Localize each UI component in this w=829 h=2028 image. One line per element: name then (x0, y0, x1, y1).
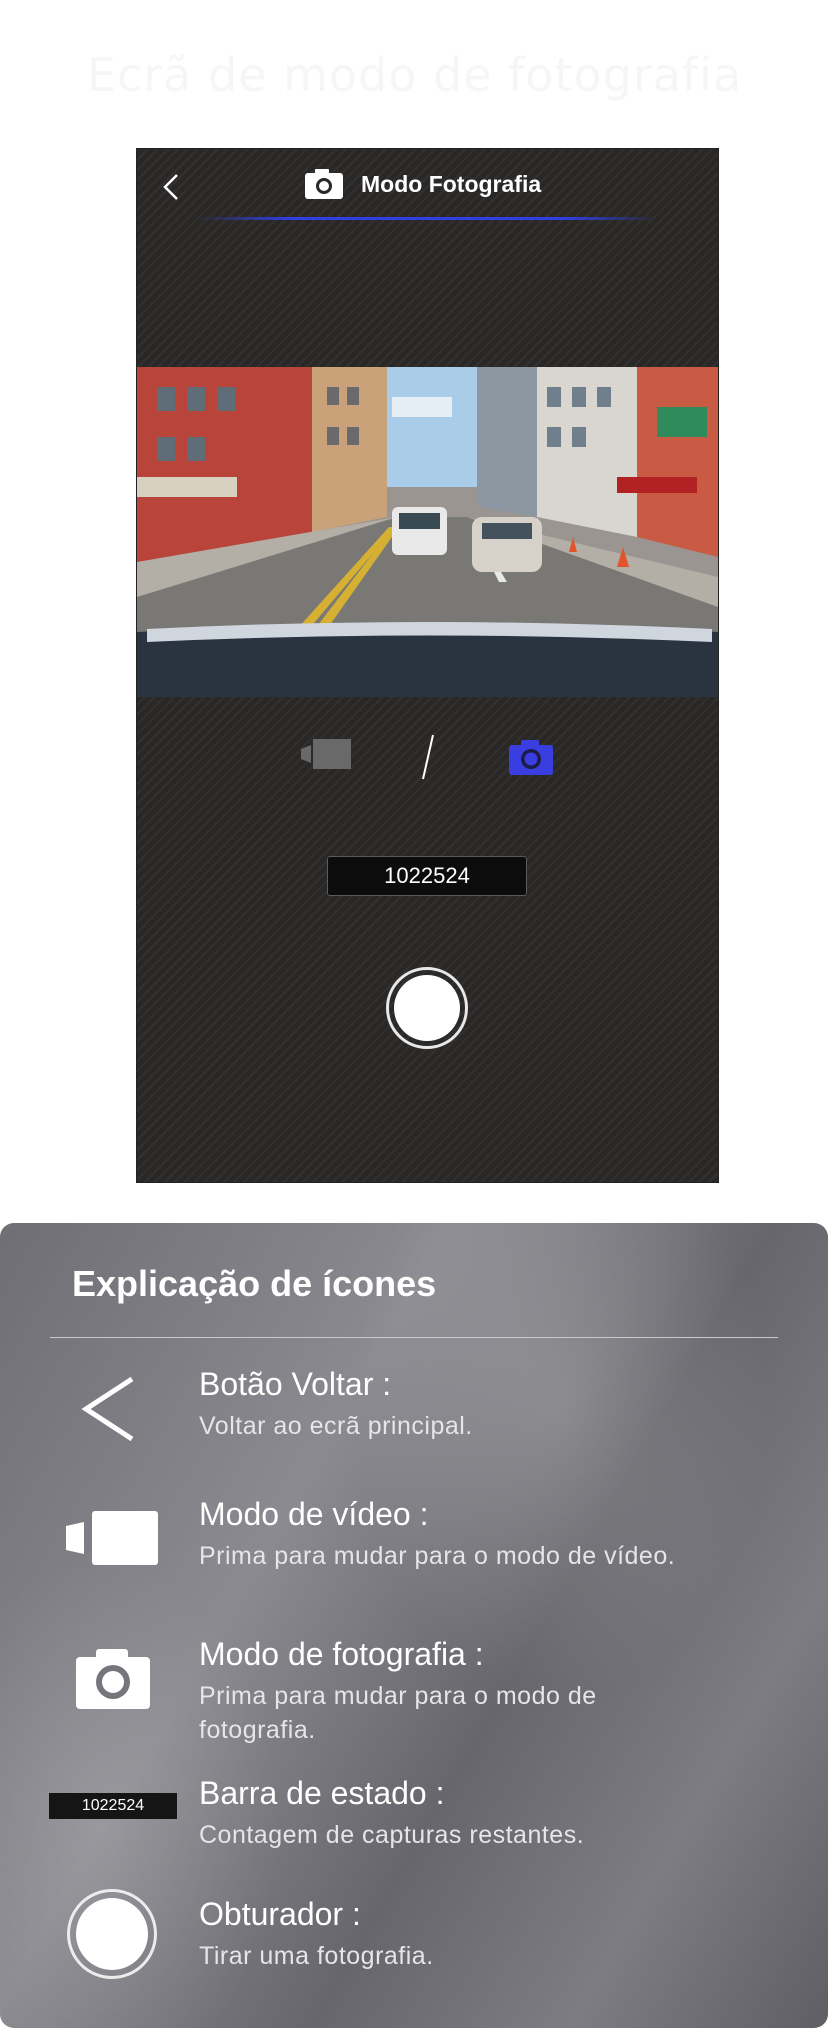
legend-item-desc: Prima para mudar para o modo de vídeo. (199, 1542, 676, 1570)
camera-icon (305, 169, 343, 199)
video-camera-icon (66, 1511, 158, 1565)
legend-item-desc: Contagem de capturas restantes. (199, 1821, 585, 1849)
header-underline (197, 217, 657, 220)
legend-item-desc: Prima para mudar para o modo de fotograf… (199, 1682, 597, 1744)
legend-item-title: Modo de fotografia : (199, 1636, 484, 1672)
legend-item-desc: Tirar uma fotografia. (199, 1942, 434, 1970)
photo-mode-screen: Modo Fotografia 1022524 (136, 148, 719, 1183)
shutter-inner (76, 1898, 148, 1970)
status-bar: 1022524 (327, 856, 527, 896)
legend-title: Explicação de ícones (72, 1263, 437, 1304)
camera-mode-icon[interactable] (509, 739, 553, 775)
camera-preview (137, 367, 718, 697)
legend-divider (50, 1337, 778, 1338)
mode-separator (422, 734, 434, 780)
page-heading: Ecrã de modo de fotografia (86, 48, 743, 102)
shutter-icon (67, 1889, 157, 1979)
legend-item-title: Botão Voltar : (199, 1366, 392, 1402)
video-camera-icon[interactable] (301, 739, 351, 773)
legend-item-desc: Voltar ao ecrã principal. (199, 1412, 473, 1440)
legend-item-title: Modo de vídeo : (199, 1496, 429, 1532)
chevron-left-icon[interactable] (157, 169, 187, 205)
chevron-left-icon (81, 1376, 134, 1442)
shutter-button[interactable] (386, 967, 468, 1049)
icon-legend-panel: Explicação de ícones Botão Voltar : Volt… (0, 1223, 828, 2028)
screen-title: Modo Fotografia (361, 171, 542, 197)
shutter-icon (394, 975, 460, 1041)
camera-icon (76, 1649, 150, 1709)
legend-item-title: Barra de estado : (199, 1775, 445, 1811)
status-bar-sample: 1022524 (49, 1793, 177, 1819)
legend-item-title: Obturador : (199, 1896, 361, 1932)
